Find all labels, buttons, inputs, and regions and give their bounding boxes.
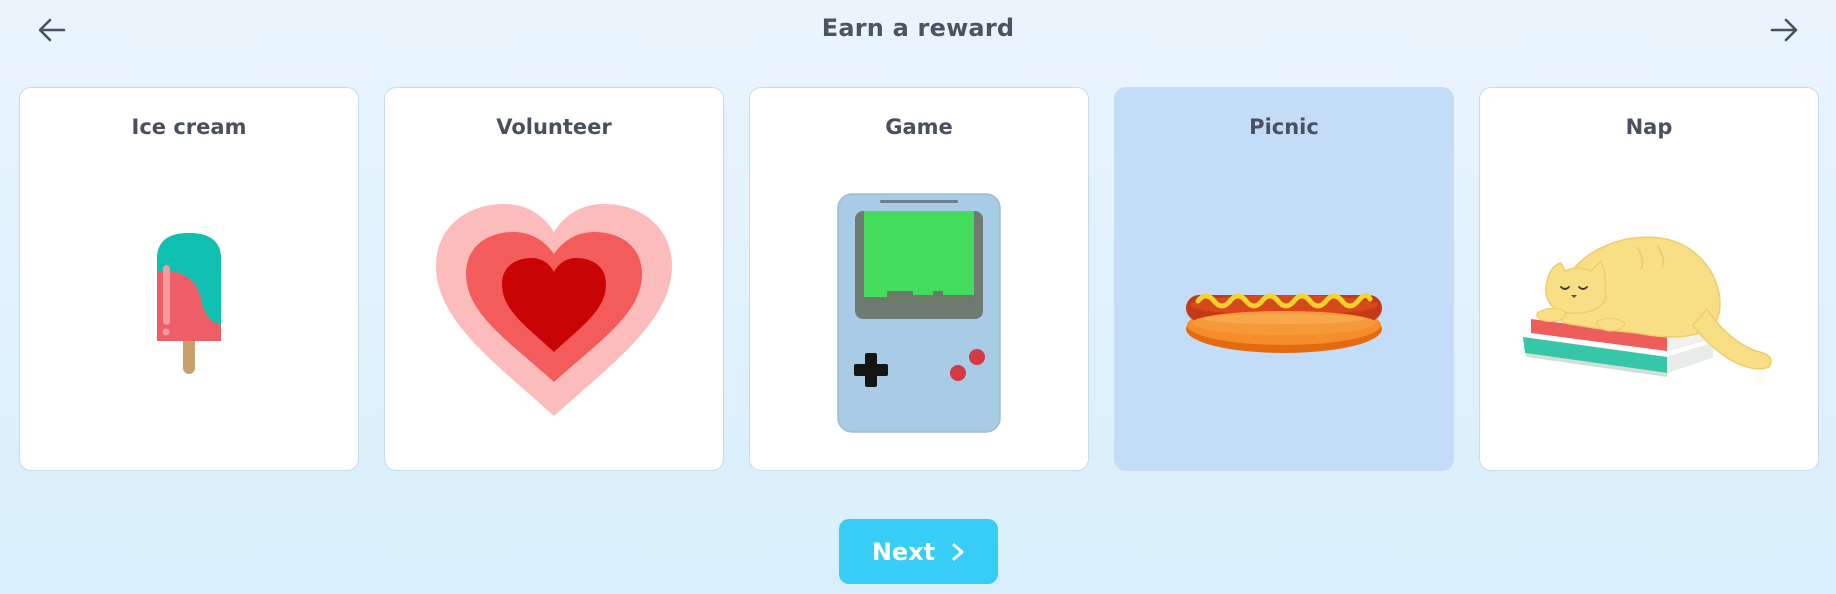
reward-card-ice-cream[interactable]: Ice cream (19, 87, 359, 471)
next-button[interactable]: Next (839, 519, 998, 584)
header: Earn a reward (0, 0, 1836, 62)
reward-card-nap[interactable]: Nap (1479, 87, 1819, 471)
popsicle-icon (157, 233, 221, 374)
arrow-right-icon (1770, 18, 1798, 42)
reward-card-volunteer[interactable]: Volunteer (384, 87, 724, 471)
hotdog-icon (1186, 293, 1382, 353)
card-label: Ice cream (131, 115, 247, 139)
reward-card-picnic[interactable]: Picnic (1114, 87, 1454, 471)
handheld-game-icon (837, 193, 1001, 433)
heart-icon (436, 203, 672, 416)
forward-button[interactable] (1761, 10, 1807, 50)
reward-card-game[interactable]: Game (749, 87, 1089, 471)
card-label: Volunteer (496, 115, 612, 139)
page-title: Earn a reward (821, 14, 1015, 42)
next-button-label: Next (871, 537, 936, 566)
card-label: Nap (1625, 115, 1673, 139)
sleeping-cat-icon (1523, 236, 1772, 377)
card-label: Picnic (1249, 115, 1319, 139)
chevron-right-icon (952, 543, 964, 560)
card-label: Game (885, 115, 953, 139)
reward-options: Ice cream Volunteer Game Picnic Nap (19, 87, 1819, 471)
